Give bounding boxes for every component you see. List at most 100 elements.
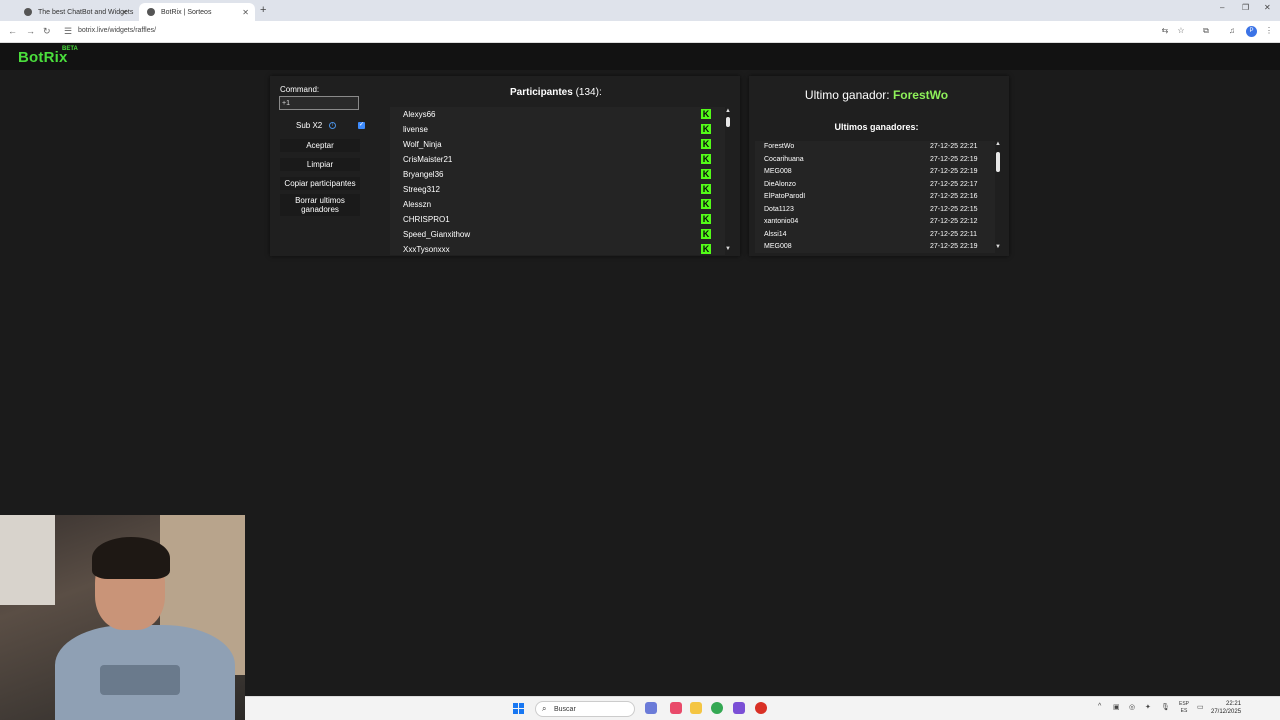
winner-date: 27-12-25 22:11 [930,230,977,238]
winner-row: Cocarihuana 27-12-25 22:19 [755,154,995,167]
language-code: ESP [1179,701,1190,707]
winner-name: Alssi14 [764,230,787,238]
extensions-icon[interactable]: ⧉ [1201,26,1211,36]
scroll-up-icon[interactable]: ▲ [725,108,731,114]
participant-name: XxxTysonxxx [403,245,450,254]
participant-row: XxxTysonxxx K [390,242,725,255]
language-indicator[interactable]: ESP ES [1179,701,1189,715]
clock-time: 22:21 [1226,701,1242,707]
github-icon [24,8,32,16]
participant-name: livense [403,125,428,134]
scroll-thumb[interactable] [726,117,730,127]
menu-kebab-icon[interactable]: ⋮ [1264,26,1274,36]
kick-icon: K [701,109,711,119]
winners-list[interactable]: ForestWo 27-12-25 22:21 Cocarihuana 27-12-2… [755,141,995,253]
winner-name: ForestWo [764,143,795,150]
back-icon[interactable]: ← [8,26,17,36]
participant-name: Streeg312 [403,185,440,194]
participants-title: Participantes (134): [510,87,602,98]
close-window-button[interactable]: ✕ [1264,3,1271,12]
winners-scrollbar[interactable]: ▲ ▼ [995,141,1001,251]
participants-list[interactable]: Alexys66 Klivense K Wolf_Ninja K CrisMaister2… [390,107,725,255]
winner-name: MEG008 [764,243,792,250]
last-winner-label: Ultimo ganador: [804,88,890,102]
tray-app-icon[interactable]: ◎ [1129,703,1135,711]
participant-name: Alesszn [403,200,432,209]
winner-row: MEG008 27-12-25 22:19 [755,166,995,179]
new-tab-button[interactable]: + [260,4,266,16]
accept-button[interactable]: Aceptar [280,139,360,152]
sub-x2-label: Sub X2 [296,121,323,130]
minimize-button[interactable]: – [1220,3,1224,12]
last-winner: Ultimo ganador: ForestWo [749,88,1004,102]
browser-tab-active[interactable]: BotRix | Sorteos ✕ [139,3,255,21]
clock-date: 27/12/2025 [1211,709,1242,715]
winner-date: 27-12-25 22:21 [930,143,978,150]
site-info-icon[interactable]: ☰ [64,26,72,37]
close-tab-icon[interactable]: ✕ [121,8,128,17]
scroll-thumb[interactable] [996,152,1000,172]
url-field[interactable]: botrix.live/widgets/raffles/ [78,27,156,34]
translate-icon[interactable]: ⇆ [1160,26,1170,36]
reload-icon[interactable]: ↻ [43,26,51,37]
copilot-icon[interactable] [670,702,682,714]
participants-label: Participantes [510,87,573,98]
microphone-icon[interactable]: 🎙 [1161,703,1170,711]
winner-name: Cocarihuana [764,155,804,163]
clear-button[interactable]: Limpiar [280,158,360,171]
participants-count: (134): [575,87,602,98]
kick-icon: K [701,169,711,179]
maximize-button[interactable]: ❐ [1242,3,1249,12]
kick-icon: K [701,154,711,164]
info-icon[interactable]: i [329,122,336,129]
browser-tab[interactable]: The best ChatBot and Widgets ✕ [16,3,134,21]
kick-icon: K [701,199,711,209]
winner-row: Alssi14 27-12-25 22:11 [755,229,995,242]
scroll-up-icon[interactable]: ▲ [995,141,1001,147]
sub-x2-checkbox[interactable]: ✓ [358,122,365,129]
chrome-icon[interactable] [711,702,723,714]
winner-row: ElPatoParodI 27-12-25 22:16 [755,191,995,204]
taskbar-search[interactable]: ⌕ Buscar [535,701,635,717]
winner-row: Dota1123 27-12-25 22:15 [755,204,995,217]
tray-app-icon[interactable]: ✦ [1145,703,1151,711]
profile-avatar[interactable]: P [1246,26,1257,37]
participant-row: Alexys66 K [390,107,725,122]
botrix-logo[interactable]: BotRix [18,49,68,66]
taskview-icon[interactable] [645,702,657,714]
tray-app-icon[interactable]: ▣ [1113,703,1120,711]
tray-chevron-icon[interactable]: ^ [1098,703,1101,710]
file-explorer-icon[interactable] [690,702,702,714]
github-icon [147,8,155,16]
app-icon[interactable] [733,702,745,714]
windows-start-icon[interactable] [513,703,524,714]
forward-icon[interactable]: → [26,26,35,36]
kick-icon: K [701,229,711,239]
winner-row: DieAlonzo 27-12-25 22:17 [755,179,995,192]
command-label: Command: [280,85,320,94]
webcam-person-hair [92,537,170,579]
participant-row: Streeg312 K [390,182,725,197]
participant-row: Wolf_Ninja K [390,137,725,152]
participants-scrollbar[interactable]: ▲ ▼ [725,108,731,254]
network-icon[interactable]: ▭ [1197,703,1204,711]
winner-name: Dota1123 [764,205,794,213]
scroll-down-icon[interactable]: ▼ [725,246,731,252]
delete-winners-button[interactable]: Borrar ultimos ganadores [280,194,360,216]
app-icon[interactable] [755,702,767,714]
tab-title: The best ChatBot and Widgets [38,8,134,16]
kick-icon: K [701,139,711,149]
webcam-background-window [0,515,55,605]
windows-taskbar: ⌕ Buscar ^ ▣ ◎ ✦ 🎙 ESP ES ▭ 22:21 27/12/… [245,696,1280,720]
tab-title: BotRix | Sorteos [161,8,212,16]
command-input[interactable] [279,96,359,110]
beta-badge: BETA [62,46,78,52]
media-icon[interactable]: ♫ [1227,26,1237,36]
address-bar-row: ← → ↻ ☰ botrix.live/widgets/raffles/ ⇆ ☆… [0,21,1280,43]
copy-participants-button[interactable]: Copiar participantes [280,177,360,190]
scroll-down-icon[interactable]: ▼ [995,244,1001,250]
clock[interactable]: 22:21 27/12/2025 [1211,700,1241,716]
bookmark-star-icon[interactable]: ☆ [1176,26,1186,36]
winner-date: 27-12-25 22:15 [930,205,978,213]
close-tab-icon[interactable]: ✕ [242,8,249,17]
